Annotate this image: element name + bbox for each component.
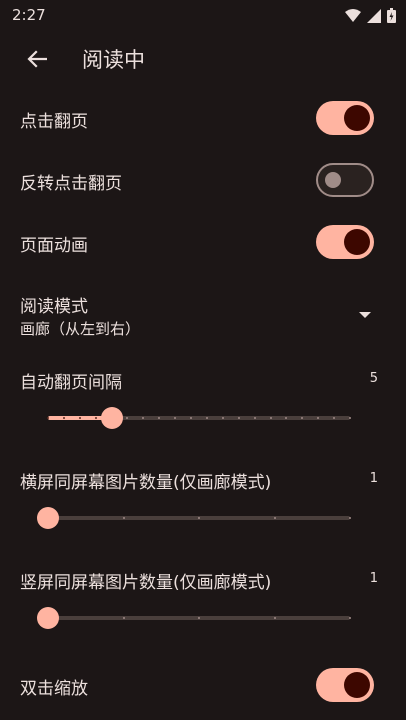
slider-tick [78,417,81,419]
reverse-tap-switch[interactable] [316,163,374,197]
setting-label: 横屏同屏幕图片数量(仅画廊模式) [20,473,272,493]
slider-tick [190,417,193,419]
wifi-icon [345,8,361,22]
switch-thumb [344,105,370,131]
slider-thumb[interactable] [37,607,59,629]
setting-portrait-images: 竖屏同屏幕图片数量(仅画廊模式) 1 [0,564,406,634]
slider-tick [317,417,320,419]
status-bar: 2:27 [0,0,406,32]
slider-thumb[interactable] [37,507,59,529]
slider-tick [349,517,351,519]
switch-thumb [325,172,341,188]
setting-reading-mode[interactable]: 阅读模式 画廊（从左到右） [0,288,406,344]
slider-tick [285,417,288,419]
slider-tick [205,417,208,419]
reading-mode-value: 画廊（从左到右） [20,320,141,338]
slider-tick [253,417,256,419]
setting-page-animation[interactable]: 页面动画 [0,221,406,265]
setting-double-tap-zoom[interactable]: 双击缩放 [0,664,406,708]
setting-auto-turn-interval: 自动翻页间隔 5 [0,364,406,434]
slider-value: 5 [369,371,378,386]
setting-label: 页面动画 [20,236,88,256]
slider-tick [269,417,272,419]
status-icons [345,8,396,23]
slider-tick [301,417,304,419]
back-arrow-icon [27,50,47,68]
tap-to-turn-switch[interactable] [316,101,374,135]
slider-tick [349,617,351,619]
setting-label: 点击翻页 [20,112,88,132]
auto-turn-slider[interactable] [47,407,351,429]
slider-tick [198,617,200,619]
slider-tick [47,417,49,419]
portrait-images-slider[interactable] [37,607,351,629]
slider-tick [349,417,351,419]
battery-icon [387,8,396,23]
back-button[interactable] [22,44,52,74]
slider-tick [333,417,336,419]
dropdown-arrow-icon[interactable] [359,312,371,318]
setting-tap-to-turn[interactable]: 点击翻页 [0,97,406,141]
slider-value: 1 [369,571,378,586]
slider-tick [237,417,240,419]
slider-tick [273,517,276,519]
slider-tick [122,617,125,619]
slider-tick [273,617,276,619]
slider-tick [174,417,177,419]
slider-tick [62,417,65,419]
status-time: 2:27 [12,6,46,24]
setting-label: 阅读模式 [20,297,88,317]
signal-icon [367,8,381,23]
slider-tick [94,417,97,419]
app-bar: 阅读中 [0,32,406,84]
setting-label: 反转点击翻页 [20,174,122,194]
setting-reverse-tap[interactable]: 反转点击翻页 [0,159,406,203]
setting-label: 双击缩放 [20,679,88,699]
page-title: 阅读中 [82,48,145,72]
landscape-images-slider[interactable] [37,507,351,529]
setting-label: 自动翻页间隔 [20,373,122,393]
slider-value: 1 [369,471,378,486]
slider-tick [221,417,224,419]
double-tap-zoom-switch[interactable] [316,668,374,702]
slider-tick [198,517,200,519]
slider-tick [142,417,145,419]
setting-label: 竖屏同屏幕图片数量(仅画廊模式) [20,573,272,593]
switch-thumb [344,672,370,698]
switch-thumb [344,229,370,255]
slider-tick [158,417,161,419]
slider-tick [122,517,125,519]
page-animation-switch[interactable] [316,225,374,259]
setting-landscape-images: 横屏同屏幕图片数量(仅画廊模式) 1 [0,464,406,534]
slider-thumb[interactable] [100,407,123,429]
slider-tick [126,417,129,419]
